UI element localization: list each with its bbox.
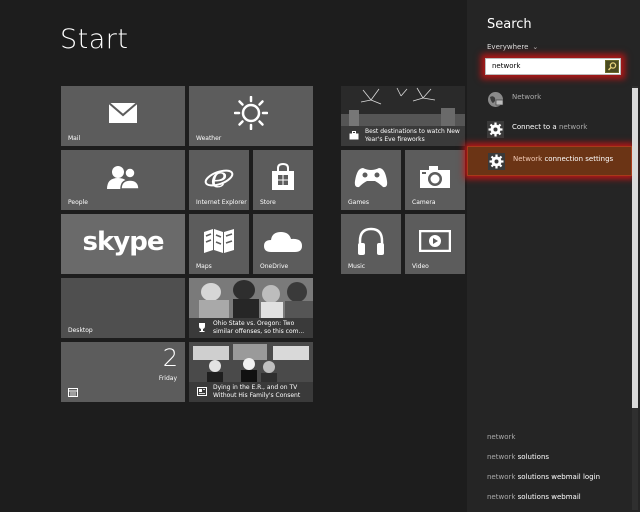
search-pane-title: Search: [487, 17, 532, 32]
search-result-label: Connect to a network: [512, 123, 587, 131]
tile-games[interactable]: Games: [341, 150, 401, 210]
tile-label: Maps: [196, 263, 212, 270]
search-input[interactable]: network: [485, 58, 621, 75]
game-controller-icon: [354, 168, 388, 188]
calendar-weekday: Friday: [158, 375, 177, 382]
travel-caption-text: Best destinations to watch New Year's Ev…: [365, 128, 460, 143]
tile-label: People: [68, 199, 88, 206]
search-scope-label: Everywhere: [487, 43, 529, 51]
tile-music[interactable]: Music: [341, 214, 401, 274]
search-result-label: Network: [512, 93, 541, 101]
search-icon: [607, 62, 617, 71]
video-play-icon: [419, 230, 451, 252]
store-bag-icon: [272, 163, 294, 190]
news-icon: [197, 387, 207, 396]
tile-label: Store: [260, 199, 276, 206]
search-suggestion[interactable]: network solutions: [487, 453, 549, 461]
trophy-icon: [199, 323, 205, 332]
tile-camera[interactable]: Camera: [405, 150, 465, 210]
tile-news[interactable]: Dying in the E.R., and on TV Without His…: [189, 342, 313, 402]
tile-label: Mail: [68, 135, 81, 142]
tile-store[interactable]: Store: [253, 150, 313, 210]
suggestion-text: solutions: [515, 453, 550, 461]
map-icon: [204, 229, 234, 253]
news-caption: Best destinations to watch New Year's Ev…: [341, 126, 465, 146]
tile-label: OneDrive: [260, 263, 289, 270]
result-match: network: [558, 123, 588, 131]
calendar-day: 2: [162, 344, 178, 372]
result-text: connection settings: [542, 155, 614, 163]
tile-label: Games: [348, 199, 369, 206]
sports-caption-text: Ohio State vs. Oregon: Two similar offen…: [213, 320, 305, 335]
network-globe-icon: [488, 92, 504, 107]
svg-text:e: e: [211, 162, 228, 192]
tile-weather[interactable]: Weather: [189, 86, 313, 146]
suggestion-match: network: [487, 473, 516, 481]
skype-logo-text: skype: [82, 227, 165, 257]
search-suggestion[interactable]: network solutions webmail: [487, 493, 581, 501]
search-result-label: Network connection settings: [513, 155, 613, 163]
suggestion-match: network: [487, 493, 516, 501]
news-caption-text: Dying in the E.R., and on TV Without His…: [213, 384, 301, 399]
mail-icon: [108, 102, 138, 123]
suggestion-text: solutions webmail login: [515, 473, 601, 481]
news-caption: Dying in the E.R., and on TV Without His…: [189, 382, 313, 402]
headphones-icon: [358, 227, 384, 255]
result-match: Network: [513, 155, 543, 163]
tile-label: Camera: [412, 199, 436, 206]
tile-label: Internet Explorer: [196, 199, 247, 206]
result-text: Connect to a: [512, 123, 559, 131]
tile-video[interactable]: Video: [405, 214, 465, 274]
internet-explorer-icon: e: [204, 162, 234, 192]
search-suggestion[interactable]: network solutions webmail login: [487, 473, 600, 481]
tile-skype[interactable]: skype: [61, 214, 185, 274]
suggestion-match: network: [487, 433, 516, 441]
gear-icon: [487, 121, 504, 138]
search-result-connect-to-a-network[interactable]: Connect to a network: [467, 115, 632, 145]
tile-label: Weather: [196, 135, 222, 142]
people-icon: [107, 166, 140, 189]
sun-icon: [234, 96, 268, 130]
tile-internet-explorer[interactable]: e Internet Explorer: [189, 150, 249, 210]
calendar-icon: [68, 388, 78, 397]
tile-onedrive[interactable]: OneDrive: [253, 214, 313, 274]
news-caption: Ohio State vs. Oregon: Two similar offen…: [189, 318, 313, 338]
suggestion-text: solutions webmail: [515, 493, 581, 501]
chevron-down-icon: ⌄: [532, 43, 539, 51]
suggestion-match: network: [487, 453, 516, 461]
result-match: Network: [512, 93, 542, 101]
tile-label: Video: [412, 263, 429, 270]
search-button[interactable]: [605, 60, 619, 73]
tile-label: Music: [348, 263, 366, 270]
tile-sports[interactable]: Ohio State vs. Oregon: Two similar offen…: [189, 278, 313, 338]
tile-people[interactable]: People: [61, 150, 185, 210]
tile-travel[interactable]: Best destinations to watch New Year's Ev…: [341, 86, 465, 146]
search-input-value: network: [492, 62, 521, 70]
search-result-network-connection-settings[interactable]: Network connection settings: [467, 146, 632, 176]
tile-maps[interactable]: Maps: [189, 214, 249, 274]
cloud-icon: [264, 232, 302, 252]
tile-label: Desktop: [68, 327, 93, 334]
start-title: Start: [60, 24, 129, 55]
camera-icon: [420, 166, 450, 188]
skype-logo: skype: [61, 227, 185, 257]
suitcase-icon: [349, 131, 359, 140]
search-scope-dropdown[interactable]: Everywhere ⌄: [487, 43, 538, 51]
tile-mail[interactable]: Mail: [61, 86, 185, 146]
gear-icon: [488, 153, 505, 170]
search-suggestion[interactable]: network: [487, 433, 515, 441]
tile-calendar[interactable]: 2 Friday: [61, 342, 185, 402]
scrollbar-thumb[interactable]: [632, 88, 638, 408]
tile-desktop[interactable]: Desktop: [61, 278, 185, 338]
search-result-network[interactable]: Network: [467, 85, 632, 115]
